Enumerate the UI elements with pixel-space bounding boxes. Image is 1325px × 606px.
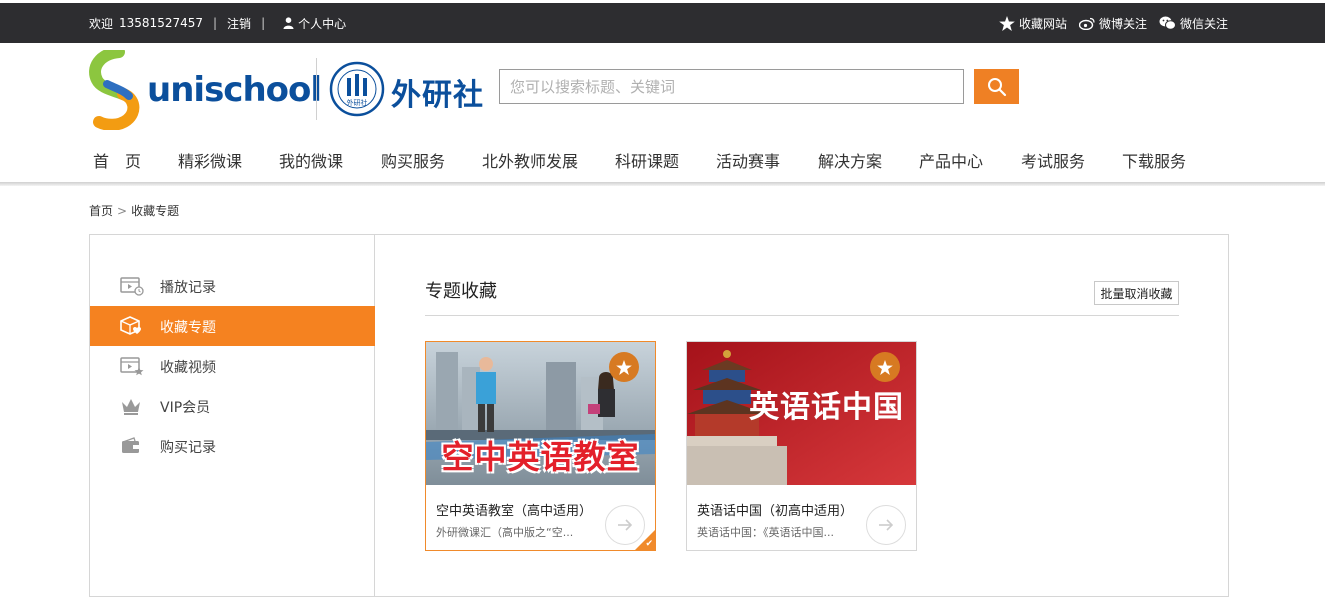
nav-item-teacher-development[interactable]: 北外教师发展 — [482, 148, 578, 172]
arrow-right-icon — [879, 519, 894, 531]
wechat-link[interactable]: 微信关注 — [1159, 15, 1228, 32]
nav-item-research-projects[interactable]: 科研课题 — [615, 148, 679, 172]
sidebar-item-play-history[interactable]: 播放记录 — [90, 266, 375, 306]
nav-divider — [0, 182, 1325, 186]
nav-item-events[interactable]: 活动赛事 — [716, 148, 780, 172]
fltrp-seal-logo: 外研社 — [329, 61, 385, 117]
sidebar-item-label: 收藏视频 — [160, 360, 216, 376]
sidebar-item-favorite-topics[interactable]: 收藏专题 — [90, 306, 375, 346]
logout-link[interactable]: 注销 — [227, 15, 251, 32]
title-divider — [425, 315, 1179, 316]
wallet-icon — [122, 437, 139, 453]
nav-item-products[interactable]: 产品中心 — [919, 148, 983, 172]
topic-thumbnail[interactable]: 空中英语教室 — [426, 342, 655, 485]
nav-item-my-microcourses[interactable]: 我的微课 — [279, 148, 343, 172]
sidebar-item-label: 播放记录 — [160, 280, 216, 296]
fltrp-wordmark: 外研社 — [391, 78, 484, 113]
sidebar-item-vip[interactable]: VIP会员 — [90, 386, 375, 426]
logo-area[interactable]: unischool 外研社 外研社 — [89, 50, 489, 130]
thumbnail-title: 英语话中国 — [749, 390, 904, 425]
favorite-badge[interactable] — [870, 352, 900, 382]
welcome-text: 欢迎 — [89, 16, 114, 31]
seal-label: 外研社 — [347, 98, 368, 107]
wechat-label: 微信关注 — [1179, 16, 1228, 31]
weibo-link[interactable]: 微博关注 — [1078, 15, 1147, 32]
top-bar-left: 欢迎 13581527457 | 注销 | 个人中心 — [89, 3, 346, 43]
nav-item-home[interactable]: 首 页 — [93, 148, 141, 172]
sidebar-item-label: 收藏专题 — [160, 320, 216, 336]
search-icon — [987, 77, 1006, 96]
star-icon — [616, 359, 632, 375]
user-center-label: 个人中心 — [298, 16, 347, 31]
separator: | — [261, 16, 266, 30]
batch-cancel-button[interactable]: 批量取消收藏 — [1094, 281, 1179, 305]
sidebar-item-label: VIP会员 — [160, 400, 211, 416]
check-icon: ✔ — [645, 539, 653, 549]
weibo-label: 微博关注 — [1098, 16, 1147, 31]
user-icon — [283, 17, 294, 29]
nav-item-downloads[interactable]: 下载服务 — [1122, 148, 1186, 172]
top-bar: 欢迎 13581527457 | 注销 | 个人中心 收藏网站 微博关注 微信关… — [0, 3, 1325, 43]
favorite-site-label: 收藏网站 — [1018, 16, 1067, 31]
arrow-right-icon — [618, 519, 633, 531]
breadcrumb: 首页 > 收藏专题 — [89, 202, 179, 219]
crown-icon — [122, 399, 140, 415]
nav-item-solutions[interactable]: 解决方案 — [818, 148, 882, 172]
sidebar: 播放记录 收藏专题 收藏视频 VIP会员 购买记录 — [90, 235, 375, 596]
unischool-logo-mark — [89, 50, 140, 130]
breadcrumb-home[interactable]: 首页 — [89, 204, 113, 218]
search-button[interactable] — [974, 69, 1019, 104]
open-topic-button[interactable] — [866, 505, 906, 545]
breadcrumb-current: 收藏专题 — [131, 204, 180, 218]
topic-card[interactable]: 空中英语教室 空中英语教室（高中适用） 外研微课汇（高中版之“空... ✔ — [425, 341, 656, 551]
topic-card-title[interactable]: 空中英语教室（高中适用） — [436, 500, 592, 519]
sidebar-item-label: 购买记录 — [160, 440, 216, 456]
star-icon — [999, 15, 1015, 31]
play-history-icon — [120, 277, 144, 296]
weibo-icon — [1078, 17, 1095, 30]
logo-divider — [316, 58, 317, 120]
content-panel: 播放记录 收藏专题 收藏视频 VIP会员 购买记录 专题收藏 批量取消收藏 空中… — [89, 234, 1229, 597]
wechat-icon — [1159, 16, 1176, 30]
topic-card[interactable]: 英语话中国 英语话中国（初高中适用） 英语话中国：《英语话中国... — [686, 341, 917, 551]
page-title: 专题收藏 — [425, 281, 497, 302]
search-input[interactable] — [499, 69, 964, 104]
star-icon — [877, 359, 893, 375]
topic-card-description: 英语话中国：《英语话中国... — [697, 526, 834, 539]
favorite-topic-icon — [120, 316, 141, 335]
user-phone: 13581527457 — [119, 16, 203, 30]
thumbnail-title: 空中英语教室 — [441, 438, 640, 476]
top-bar-right: 收藏网站 微博关注 微信关注 — [999, 3, 1228, 43]
nav-item-exam-services[interactable]: 考试服务 — [1021, 148, 1085, 172]
user-center-link[interactable]: 个人中心 — [283, 15, 346, 32]
favorite-site-link[interactable]: 收藏网站 — [999, 15, 1067, 32]
favorite-video-icon — [120, 357, 144, 376]
nav-item-purchase-services[interactable]: 购买服务 — [381, 148, 445, 172]
breadcrumb-separator: > — [117, 204, 128, 218]
topic-card-description: 外研微课汇（高中版之“空... — [436, 526, 574, 539]
nav-item-featured-microcourses[interactable]: 精彩微课 — [178, 148, 242, 172]
topic-card-title[interactable]: 英语话中国（初高中适用） — [697, 500, 853, 519]
topic-thumbnail[interactable]: 英语话中国 — [687, 342, 916, 485]
sidebar-item-purchase-history[interactable]: 购买记录 — [90, 426, 375, 466]
sidebar-item-favorite-videos[interactable]: 收藏视频 — [90, 346, 375, 386]
separator: | — [213, 16, 218, 30]
favorite-badge[interactable] — [609, 352, 639, 382]
unischool-wordmark: unischool — [147, 70, 322, 110]
